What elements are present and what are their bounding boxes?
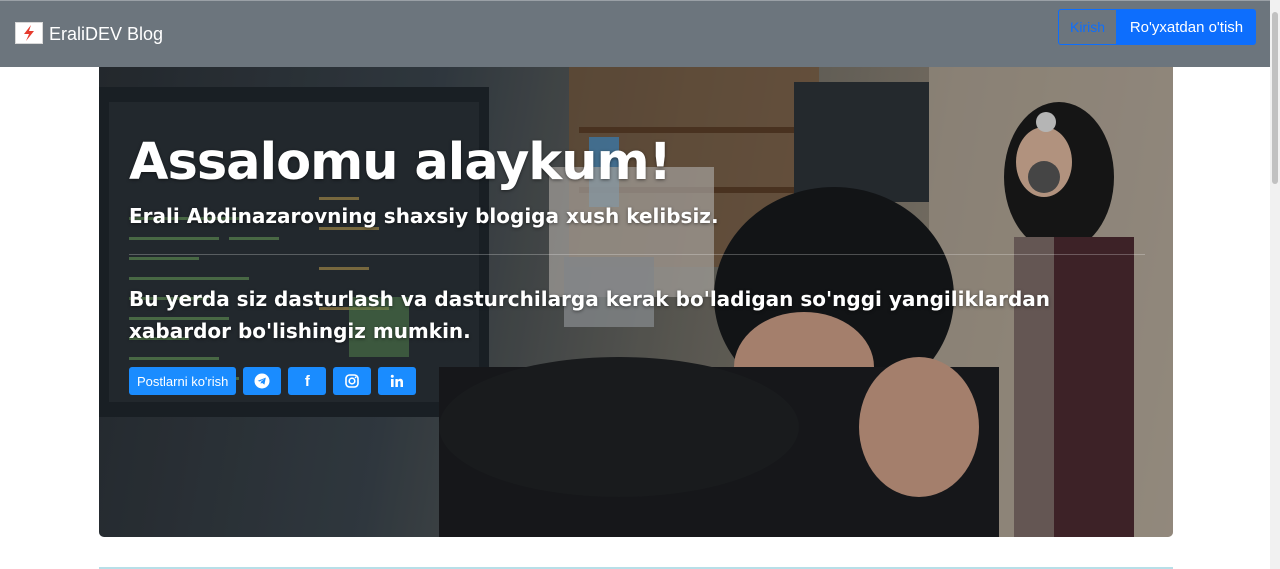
hero-description: Bu yerda siz dasturlash va dasturchilarg… bbox=[129, 287, 1051, 343]
instagram-button[interactable] bbox=[333, 367, 372, 395]
instagram-icon bbox=[345, 374, 360, 388]
hero-title: Assalomu alaykum! bbox=[129, 133, 672, 192]
telegram-icon bbox=[254, 373, 270, 389]
brand-name: EraliDEV Blog bbox=[49, 24, 164, 44]
brand-link[interactable]: EraliDEV Blog bbox=[15, 20, 163, 45]
telegram-button[interactable] bbox=[243, 367, 282, 395]
facebook-button[interactable]: f bbox=[288, 367, 327, 395]
linkedin-icon bbox=[391, 374, 404, 387]
linkedin-button[interactable] bbox=[378, 367, 417, 395]
facebook-icon: f bbox=[304, 372, 310, 390]
top-navbar: EraliDEV Blog Kirish Ro'yxatdan o'tish bbox=[0, 0, 1270, 67]
hero-subtitle: Erali Abdinazarovning shaxsiy blogiga xu… bbox=[129, 204, 719, 228]
hero-banner: Assalomu alaykum! Erali Abdinazarovning … bbox=[99, 67, 1173, 537]
scrollbar-thumb[interactable] bbox=[1272, 12, 1278, 184]
page-scrollbar[interactable] bbox=[1270, 0, 1280, 569]
login-button[interactable]: Kirish bbox=[1058, 9, 1117, 45]
hero-divider bbox=[129, 254, 1145, 255]
register-button[interactable]: Ro'yxatdan o'tish bbox=[1117, 9, 1256, 45]
lightning-logo-icon bbox=[15, 21, 43, 44]
view-posts-button[interactable]: Postlarni ko'rish bbox=[129, 367, 237, 395]
hero-actions: Postlarni ko'rish f bbox=[129, 367, 417, 395]
